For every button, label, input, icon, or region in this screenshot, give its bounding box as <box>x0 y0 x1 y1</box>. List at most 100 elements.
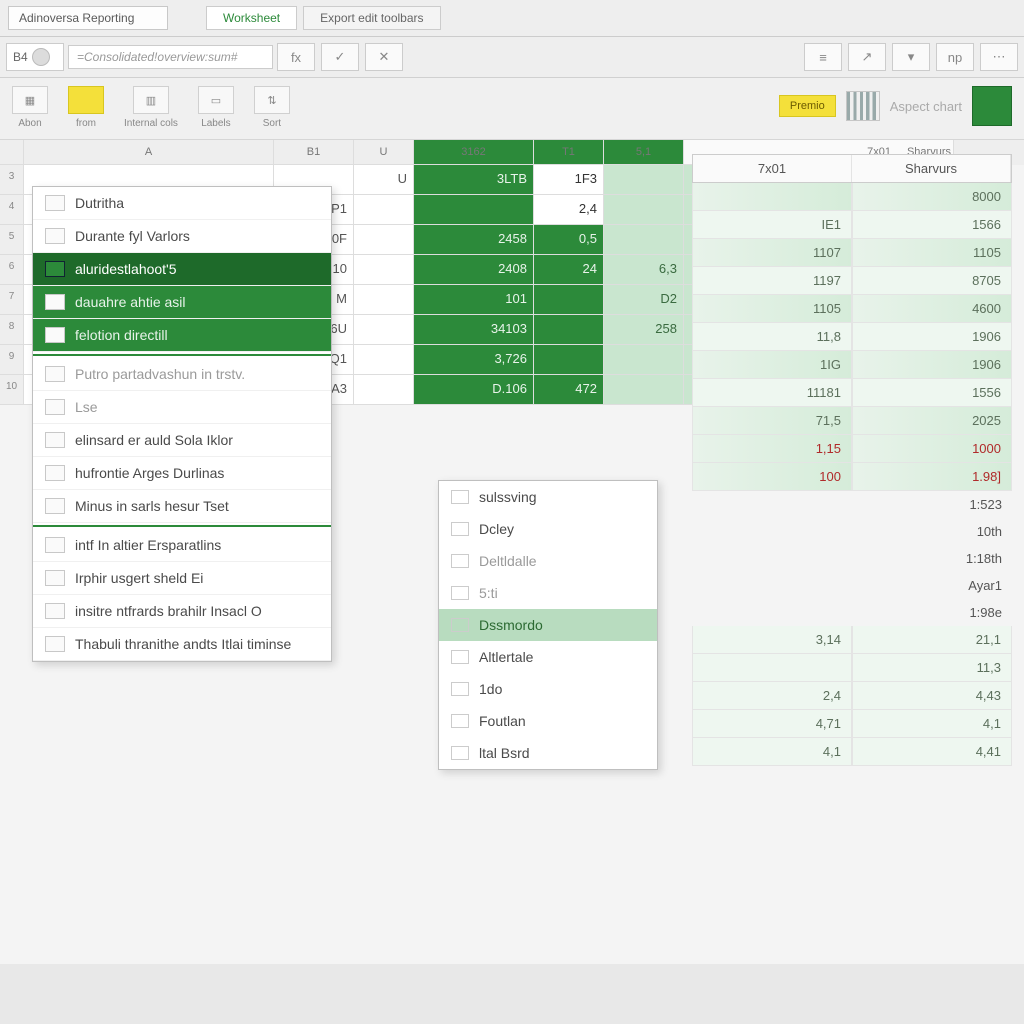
menu-item[interactable]: Durante fyl Varlors <box>33 220 331 253</box>
menu-item[interactable]: Irphir usgert sheld Ei <box>33 562 331 595</box>
np-button[interactable]: np <box>936 43 974 71</box>
cell[interactable] <box>354 255 414 285</box>
summary-row[interactable]: 1IG1906 <box>692 351 1012 379</box>
dropdown-icon[interactable]: ▾ <box>892 43 930 71</box>
menu-item[interactable]: dauahre ahtie asil <box>33 286 331 319</box>
summary-cell[interactable]: 1000 <box>852 435 1012 463</box>
summary-cell[interactable] <box>692 183 852 211</box>
summary-row[interactable]: 11071105 <box>692 239 1012 267</box>
summary-cell[interactable]: 21,1 <box>852 626 1012 654</box>
menu-item[interactable]: hufrontie Arges Durlinas <box>33 457 331 490</box>
context-submenu[interactable]: sulssvingDcleyDeltldalle5:tiDssmordoAltl… <box>438 480 658 770</box>
cancel-button[interactable]: ✕ <box>365 43 403 71</box>
submenu-item[interactable]: Foutlan <box>439 705 657 737</box>
summary-cell[interactable]: 4,1 <box>692 738 852 766</box>
cell[interactable] <box>354 345 414 375</box>
summary-row[interactable]: 11978705 <box>692 267 1012 295</box>
expand-icon[interactable]: ↗ <box>848 43 886 71</box>
confirm-button[interactable]: ✓ <box>321 43 359 71</box>
summary-row[interactable]: 4,714,1 <box>692 710 1012 738</box>
summary-row[interactable]: 111811556 <box>692 379 1012 407</box>
summary-header-cell[interactable]: Sharvurs <box>852 155 1011 182</box>
cell[interactable] <box>604 165 684 195</box>
menu-item[interactable]: felotion directill <box>33 319 331 352</box>
cell[interactable]: 2408 <box>414 255 534 285</box>
cell[interactable]: 8 <box>0 315 24 345</box>
submenu-item[interactable]: Dssmordo <box>439 609 657 641</box>
cell[interactable]: 6,3 <box>604 255 684 285</box>
summary-cell[interactable]: 1566 <box>852 211 1012 239</box>
summary-row[interactable]: 3,1421,1 <box>692 626 1012 654</box>
summary-cell[interactable]: 1556 <box>852 379 1012 407</box>
cell[interactable] <box>604 345 684 375</box>
summary-row[interactable]: 2,44,43 <box>692 682 1012 710</box>
cell[interactable] <box>534 285 604 315</box>
submenu-item[interactable]: sulssving <box>439 481 657 513</box>
cell[interactable]: D2 <box>604 285 684 315</box>
cell[interactable] <box>354 375 414 405</box>
menu-item[interactable]: Thabuli thranithe andts Itlai timinse <box>33 628 331 661</box>
summary-header-cell[interactable]: 7x01 <box>693 155 852 182</box>
cell[interactable] <box>604 195 684 225</box>
summary-cell[interactable]: 4600 <box>852 295 1012 323</box>
summary-cell[interactable]: 3,14 <box>692 626 852 654</box>
cell[interactable]: U <box>354 165 414 195</box>
summary-cell[interactable]: 100 <box>692 463 852 491</box>
summary-cell[interactable]: 1.98] <box>852 463 1012 491</box>
cell[interactable]: 5 <box>0 225 24 255</box>
cell[interactable]: 1F3 <box>534 165 604 195</box>
cell[interactable] <box>414 195 534 225</box>
cell[interactable]: 4 <box>0 195 24 225</box>
spreadsheet-grid[interactable]: A B1 U 3162 T1 5,1 7x01 Sharvurs 3U3LTB1… <box>0 140 1024 964</box>
summary-row[interactable]: 4,14,41 <box>692 738 1012 766</box>
summary-cell[interactable]: 11,8 <box>692 323 852 351</box>
cell[interactable]: 10 <box>0 375 24 405</box>
summary-row[interactable]: 8000 <box>692 183 1012 211</box>
col-header[interactable]: T1 <box>534 140 604 165</box>
col-header[interactable]: 5,1 <box>604 140 684 165</box>
cell[interactable]: 6 <box>0 255 24 285</box>
ribbon-group-internal[interactable]: ▥ Internal cols <box>124 86 178 129</box>
summary-row[interactable]: IE11566 <box>692 211 1012 239</box>
menu-item[interactable]: Putro partadvashun in trstv. <box>33 358 331 391</box>
app-tile-icon[interactable] <box>972 86 1012 126</box>
cell[interactable]: 3LTB <box>414 165 534 195</box>
cell[interactable] <box>534 345 604 375</box>
cell[interactable] <box>354 315 414 345</box>
menu-item[interactable]: Lse <box>33 391 331 424</box>
summary-row[interactable]: 11,81906 <box>692 323 1012 351</box>
select-all-corner[interactable] <box>0 140 24 165</box>
summary-row[interactable]: 11054600 <box>692 295 1012 323</box>
cell[interactable]: 7 <box>0 285 24 315</box>
summary-cell[interactable]: 71,5 <box>692 407 852 435</box>
more-button[interactable]: ⋯ <box>980 43 1018 71</box>
summary-cell[interactable]: 11181 <box>692 379 852 407</box>
summary-cell[interactable]: 2025 <box>852 407 1012 435</box>
submenu-item[interactable]: Deltldalle <box>439 545 657 577</box>
summary-cell[interactable] <box>692 654 852 682</box>
cell[interactable]: 2458 <box>414 225 534 255</box>
summary-row[interactable]: 1001.98] <box>692 463 1012 491</box>
menu-icon[interactable]: ≡ <box>804 43 842 71</box>
menu-item[interactable]: elinsard er auld Sola Iklor <box>33 424 331 457</box>
submenu-item[interactable]: Dcley <box>439 513 657 545</box>
cell[interactable] <box>534 315 604 345</box>
cell[interactable]: 101 <box>414 285 534 315</box>
menu-item[interactable]: Minus in sarls hesur Tset <box>33 490 331 523</box>
summary-cell[interactable]: 4,71 <box>692 710 852 738</box>
cell[interactable]: 258 <box>604 315 684 345</box>
ribbon-group-sort[interactable]: ⇅ Sort <box>254 86 290 129</box>
summary-cell[interactable]: 1IG <box>692 351 852 379</box>
cell[interactable]: 2,4 <box>534 195 604 225</box>
summary-cell[interactable]: 8705 <box>852 267 1012 295</box>
cell[interactable] <box>604 225 684 255</box>
chart-icon[interactable] <box>846 91 880 121</box>
document-title[interactable]: Adinoversa Reporting <box>8 6 168 30</box>
summary-cell[interactable]: 1906 <box>852 351 1012 379</box>
formula-input[interactable]: =Consolidated!overview:sum# <box>68 45 273 69</box>
col-header[interactable]: B1 <box>274 140 354 165</box>
summary-row[interactable]: 71,52025 <box>692 407 1012 435</box>
summary-cell[interactable]: 1197 <box>692 267 852 295</box>
menu-item[interactable]: intf In altier Ersparatlins <box>33 529 331 562</box>
cell[interactable]: 472 <box>534 375 604 405</box>
